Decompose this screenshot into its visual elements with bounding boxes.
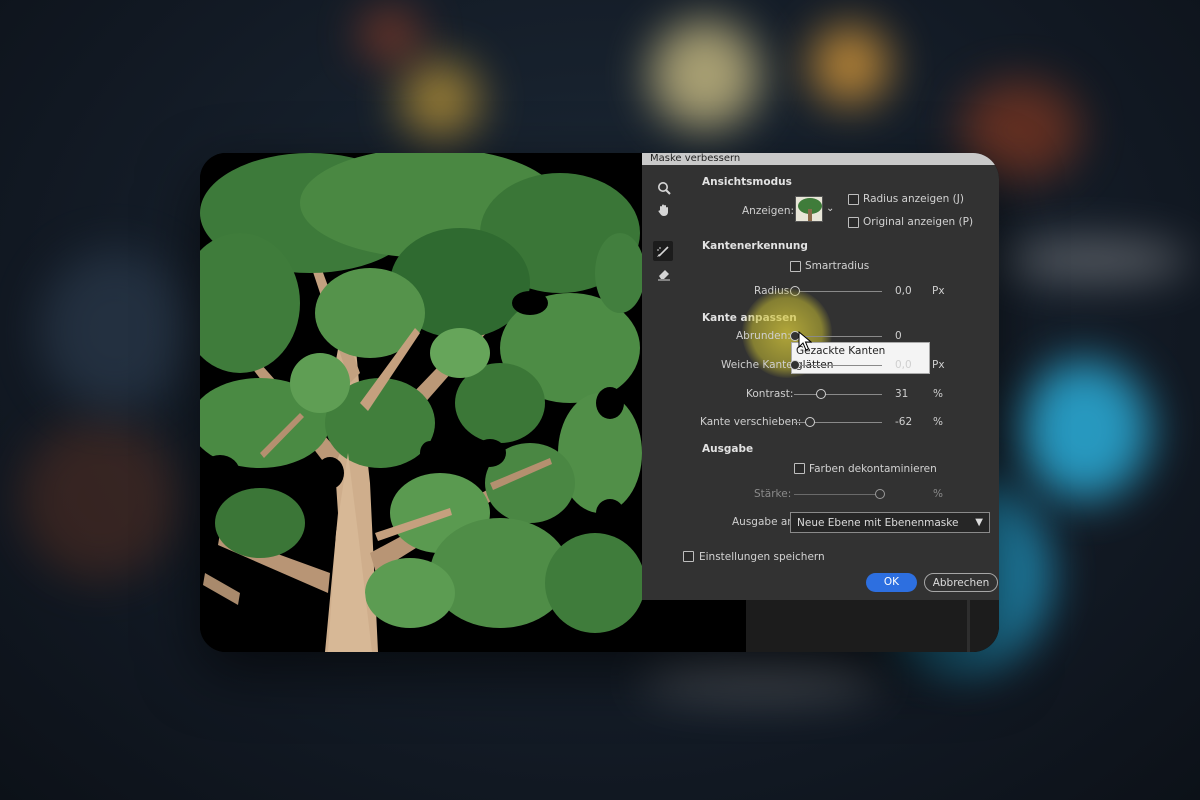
output-to-value: Neue Ebene mit Ebenenmaske (797, 517, 959, 529)
show-original-label: Original anzeigen (P) (863, 216, 974, 228)
dialog-title[interactable]: Maske verbessern (642, 153, 999, 165)
cancel-button[interactable]: Abbrechen (924, 573, 998, 592)
canvas-background-strip (642, 600, 999, 652)
smooth-value[interactable]: 0 (895, 330, 902, 342)
feather-unit: Px (932, 359, 945, 371)
zoom-icon[interactable] (654, 178, 674, 198)
ok-button[interactable]: OK (866, 573, 917, 592)
view-mode-heading: Ansichtsmodus (702, 176, 792, 188)
remember-settings-checkbox[interactable] (683, 551, 694, 562)
contrast-label: Kontrast: (746, 388, 794, 400)
screenshot-card: Maske verbessern Ansichtsmodus Anzeigen:… (200, 153, 999, 652)
refine-radius-brush-icon[interactable] (653, 241, 673, 261)
chevron-down-icon: ▼ (975, 517, 983, 528)
feather-value[interactable]: 0,0 (895, 359, 912, 371)
contrast-unit: % (933, 388, 943, 400)
show-radius-checkbox[interactable] (848, 194, 859, 205)
tree-image (200, 153, 642, 652)
amount-unit: % (933, 488, 943, 500)
decontaminate-label: Farben dekontaminieren (809, 463, 937, 475)
radius-value[interactable]: 0,0 (895, 285, 912, 297)
mouse-cursor-icon (798, 331, 812, 351)
shift-edge-slider-knob[interactable] (805, 417, 815, 427)
output-to-label: Ausgabe an: (732, 516, 798, 528)
show-label: Anzeigen: (742, 205, 795, 217)
feather-label: Weiche Kante: (721, 359, 797, 371)
feather-slider-knob[interactable] (790, 360, 800, 370)
edge-detection-heading: Kantenerkennung (702, 240, 808, 252)
amount-label: Stärke: (754, 488, 792, 500)
radius-unit: Px (932, 285, 945, 297)
contrast-value[interactable]: 31 (895, 388, 908, 400)
smart-radius-checkbox[interactable] (790, 261, 801, 272)
contrast-slider-knob[interactable] (816, 389, 826, 399)
shift-edge-label: Kante verschieben: (700, 416, 802, 428)
decontaminate-checkbox[interactable] (794, 463, 805, 474)
show-original-checkbox[interactable] (848, 217, 859, 228)
erase-refinements-icon[interactable] (654, 264, 674, 284)
shift-edge-unit: % (933, 416, 943, 428)
smart-radius-label: Smartradius (805, 260, 870, 272)
shift-edge-value[interactable]: -62 (895, 416, 912, 428)
amount-slider-track[interactable] (794, 494, 882, 495)
hand-icon[interactable] (654, 200, 674, 220)
smooth-label: Abrunden: (736, 330, 791, 342)
feather-slider-track[interactable] (794, 365, 882, 366)
output-heading: Ausgabe (702, 443, 754, 455)
contrast-slider-track[interactable] (794, 394, 882, 395)
remember-settings-label: Einstellungen speichern (699, 551, 825, 563)
image-canvas (200, 153, 642, 652)
output-to-select[interactable]: Neue Ebene mit Ebenenmaske ▼ (790, 512, 990, 533)
view-dropdown-chevron-down-icon[interactable]: ⌄ (826, 203, 834, 214)
show-radius-label: Radius anzeigen (J) (863, 193, 964, 205)
refine-mask-dialog: Maske verbessern Ansichtsmodus Anzeigen:… (642, 153, 999, 600)
view-thumbnail[interactable] (795, 196, 823, 222)
amount-slider-knob[interactable] (875, 489, 885, 499)
